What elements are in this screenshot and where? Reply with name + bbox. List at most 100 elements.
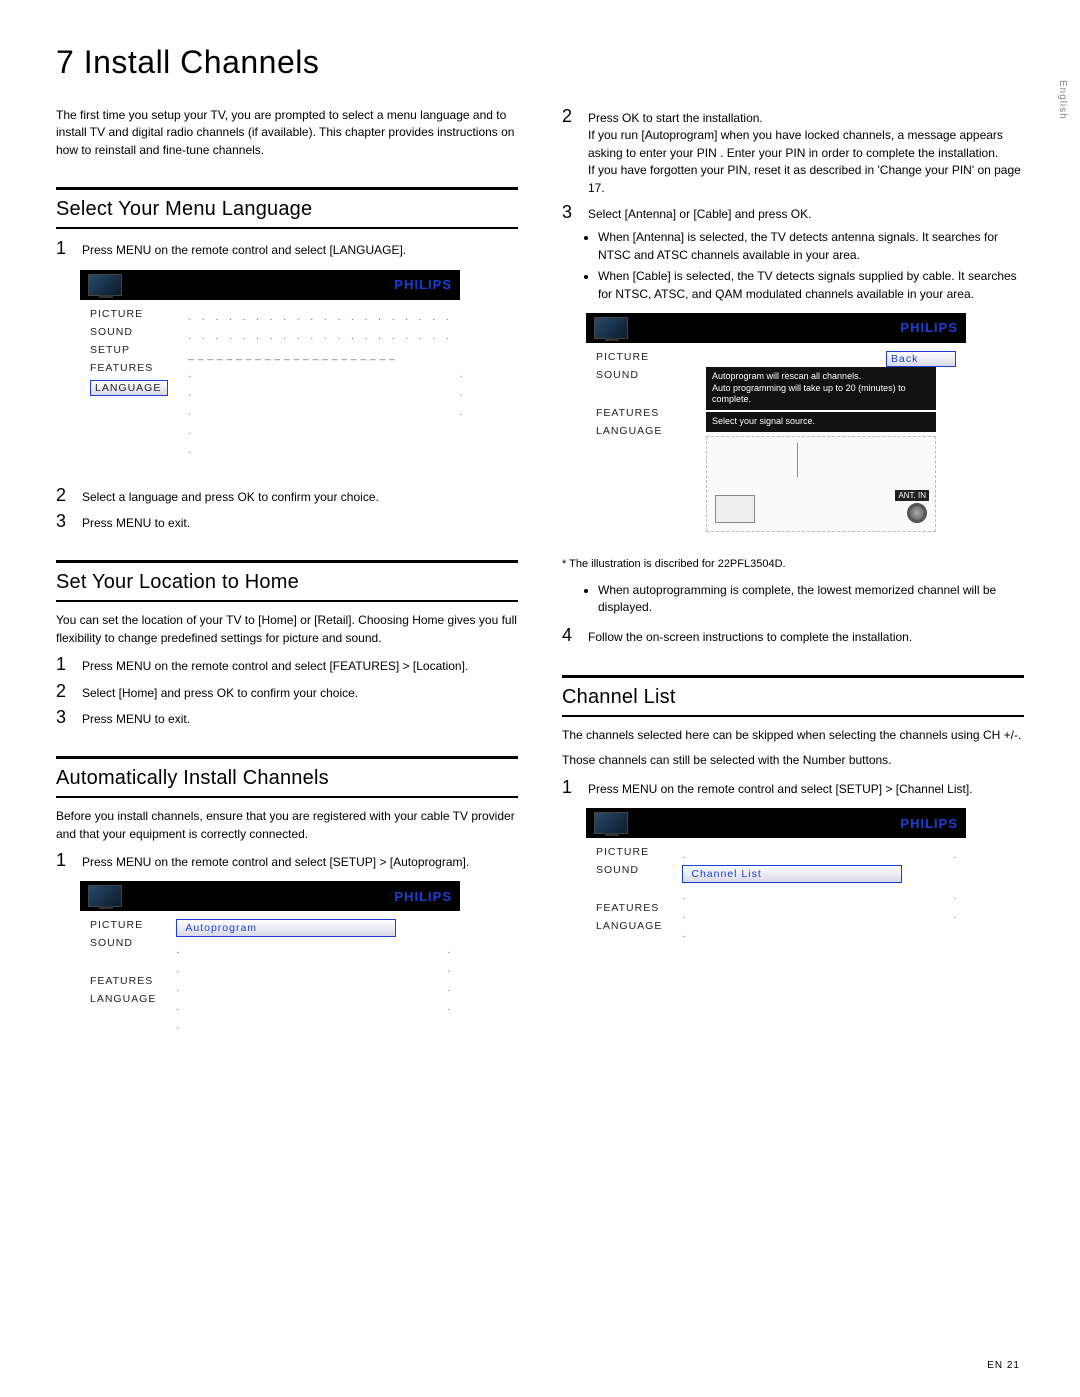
bullet: When autoprogramming is complete, the lo… bbox=[598, 582, 1024, 617]
menu-item: LANGUAGE bbox=[596, 425, 686, 437]
step-text: Press MENU to exit. bbox=[82, 708, 518, 728]
divider-thin bbox=[56, 600, 518, 602]
step-number: 1 bbox=[56, 851, 70, 871]
step-number: 4 bbox=[562, 626, 576, 646]
step-number: 3 bbox=[562, 203, 576, 223]
divider-thin bbox=[56, 227, 518, 229]
divider-thin bbox=[562, 715, 1024, 717]
tv-menu-right: Autoprogram . . . . . . . . . bbox=[176, 919, 454, 1047]
autoinstall-intro: Before you install channels, ensure that… bbox=[56, 808, 518, 843]
menu-item: PICTURE bbox=[596, 351, 686, 363]
chlist-p2: Those channels can still be selected wit… bbox=[562, 752, 1024, 769]
step-number: 1 bbox=[56, 655, 70, 675]
step-text: Press OK to start the installation. If y… bbox=[588, 107, 1024, 197]
menu-item: LANGUAGE bbox=[90, 993, 156, 1005]
step-number: 2 bbox=[56, 486, 70, 506]
antenna-cable-bullets: When [Antenna] is selected, the TV detec… bbox=[598, 229, 1024, 303]
menu-item: FEATURES bbox=[596, 902, 662, 914]
heading-location: Set Your Location to Home bbox=[56, 571, 518, 594]
step-number: 1 bbox=[562, 778, 576, 798]
tv-menu-screenshot-autoprogram: PHILIPS PICTURE SOUND FEATURES LANGUAGE … bbox=[80, 881, 460, 1061]
step-number: 1 bbox=[56, 239, 70, 259]
tooltip-rescan: Autoprogram will rescan all channels. Au… bbox=[706, 367, 936, 410]
menu-item: PICTURE bbox=[596, 846, 662, 858]
divider bbox=[56, 187, 518, 190]
brand-logo: PHILIPS bbox=[900, 320, 958, 335]
submenu-selected: Autoprogram bbox=[176, 919, 396, 937]
tv-menu-left: PICTURE SOUND FEATURES LANGUAGE bbox=[596, 846, 662, 974]
right-column: 2 Press OK to start the installation. If… bbox=[562, 107, 1024, 1073]
antenna-icon bbox=[797, 443, 798, 477]
tv-header: PHILIPS bbox=[586, 313, 966, 343]
tv-menu-left: PICTURE SOUND SETUP FEATURES LANGUAGE bbox=[90, 308, 168, 460]
menu-item: FEATURES bbox=[596, 407, 686, 419]
steps-autoinstall-final: 4 Follow the on-screen instructions to c… bbox=[562, 626, 1024, 646]
heading-channel-list: Channel List bbox=[562, 686, 1024, 709]
bullet: When [Antenna] is selected, the TV detec… bbox=[598, 229, 1024, 264]
brand-logo: PHILIPS bbox=[394, 277, 452, 292]
tv-menu-right: . . . . . . . . . . . . . . . . . . . . … bbox=[188, 308, 466, 460]
brand-logo: PHILIPS bbox=[394, 889, 452, 904]
divider bbox=[56, 756, 518, 759]
tv-menu-screenshot-channellist: PHILIPS PICTURE SOUND FEATURES LANGUAGE … bbox=[586, 808, 966, 988]
menu-item: SOUND bbox=[596, 864, 662, 876]
submenu-selected: Channel List bbox=[682, 865, 902, 883]
tv-menu-screenshot-language: PHILIPS PICTURE SOUND SETUP FEATURES LAN… bbox=[80, 270, 460, 474]
illustration-caption: * The illustration is discribed for 22PF… bbox=[562, 558, 1024, 570]
menu-item: FEATURES bbox=[90, 362, 168, 374]
step-text: Follow the on-screen instructions to com… bbox=[588, 626, 1024, 646]
page-title: 7 Install Channels bbox=[56, 44, 1024, 81]
step-text: Press MENU on the remote control and sel… bbox=[82, 655, 518, 675]
dotted-content: . . . . . . . . . . . . . . . . . . . . … bbox=[188, 308, 466, 460]
divider bbox=[562, 675, 1024, 678]
step-text: Select [Home] and press OK to confirm yo… bbox=[82, 682, 518, 702]
step-text: Press MENU to exit. bbox=[82, 512, 518, 532]
menu-item: SOUND bbox=[596, 369, 686, 381]
forgot-note: If you have forgotten your PIN, reset it… bbox=[588, 163, 1021, 194]
tv-shape-icon bbox=[88, 885, 122, 907]
location-intro: You can set the location of your TV to [… bbox=[56, 612, 518, 647]
tv-shape-icon bbox=[88, 274, 122, 296]
tv-header: PHILIPS bbox=[586, 808, 966, 838]
tv-menu-right: Back Autoprogram will rescan all channel… bbox=[706, 351, 956, 532]
menu-item: SOUND bbox=[90, 326, 168, 338]
step-text: Press MENU on the remote control and sel… bbox=[82, 239, 518, 259]
step-number: 2 bbox=[562, 107, 576, 127]
antenna-diagram: ANT. IN bbox=[706, 436, 936, 532]
step-text: Select [Antenna] or [Cable] and press OK… bbox=[588, 203, 1024, 223]
divider bbox=[56, 560, 518, 563]
page-footer: EN 21 bbox=[987, 1360, 1020, 1371]
menu-item: PICTURE bbox=[90, 308, 168, 320]
tv-menu-right: . . Channel List . . . . . bbox=[682, 846, 960, 974]
step-number: 3 bbox=[56, 512, 70, 532]
dotted-content: . . . . . . . . . bbox=[176, 941, 454, 1036]
steps-autoinstall-cont: 2 Press OK to start the installation. If… bbox=[562, 107, 1024, 223]
chlist-p1: The channels selected here can be skippe… bbox=[562, 727, 1024, 744]
dotted-content: . . . . . bbox=[682, 887, 960, 944]
two-column-layout: The first time you setup your TV, you ar… bbox=[56, 107, 1024, 1073]
steps-language-cont: 2 Select a language and press OK to conf… bbox=[56, 486, 518, 533]
steps-autoinstall: 1 Press MENU on the remote control and s… bbox=[56, 851, 518, 871]
step2-line: Press OK to start the installation. bbox=[588, 111, 763, 125]
heading-language: Select Your Menu Language bbox=[56, 198, 518, 221]
tv-header: PHILIPS bbox=[80, 270, 460, 300]
back-button: Back bbox=[886, 351, 956, 367]
brand-logo: PHILIPS bbox=[900, 816, 958, 831]
tv-menu-left: PICTURE SOUND FEATURES LANGUAGE bbox=[596, 351, 686, 532]
tv-shape-icon bbox=[594, 812, 628, 834]
bullet: When [Cable] is selected, the TV detects… bbox=[598, 268, 1024, 303]
steps-language: 1 Press MENU on the remote control and s… bbox=[56, 239, 518, 259]
coax-port-icon bbox=[907, 503, 927, 523]
tv-header: PHILIPS bbox=[80, 881, 460, 911]
step-text: Press MENU on the remote control and sel… bbox=[588, 778, 1024, 798]
ant-in-label: ANT. IN bbox=[895, 490, 929, 501]
pin-note: If you run [Autoprogram] when you have l… bbox=[588, 128, 1003, 159]
intro-text: The first time you setup your TV, you ar… bbox=[56, 107, 518, 159]
step-text: Select a language and press OK to confir… bbox=[82, 486, 518, 506]
left-column: The first time you setup your TV, you ar… bbox=[56, 107, 518, 1073]
step-text: Press MENU on the remote control and sel… bbox=[82, 851, 518, 871]
steps-location: 1 Press MENU on the remote control and s… bbox=[56, 655, 518, 728]
heading-autoinstall: Automatically Install Channels bbox=[56, 767, 518, 790]
menu-item: FEATURES bbox=[90, 975, 156, 987]
step-number: 3 bbox=[56, 708, 70, 728]
